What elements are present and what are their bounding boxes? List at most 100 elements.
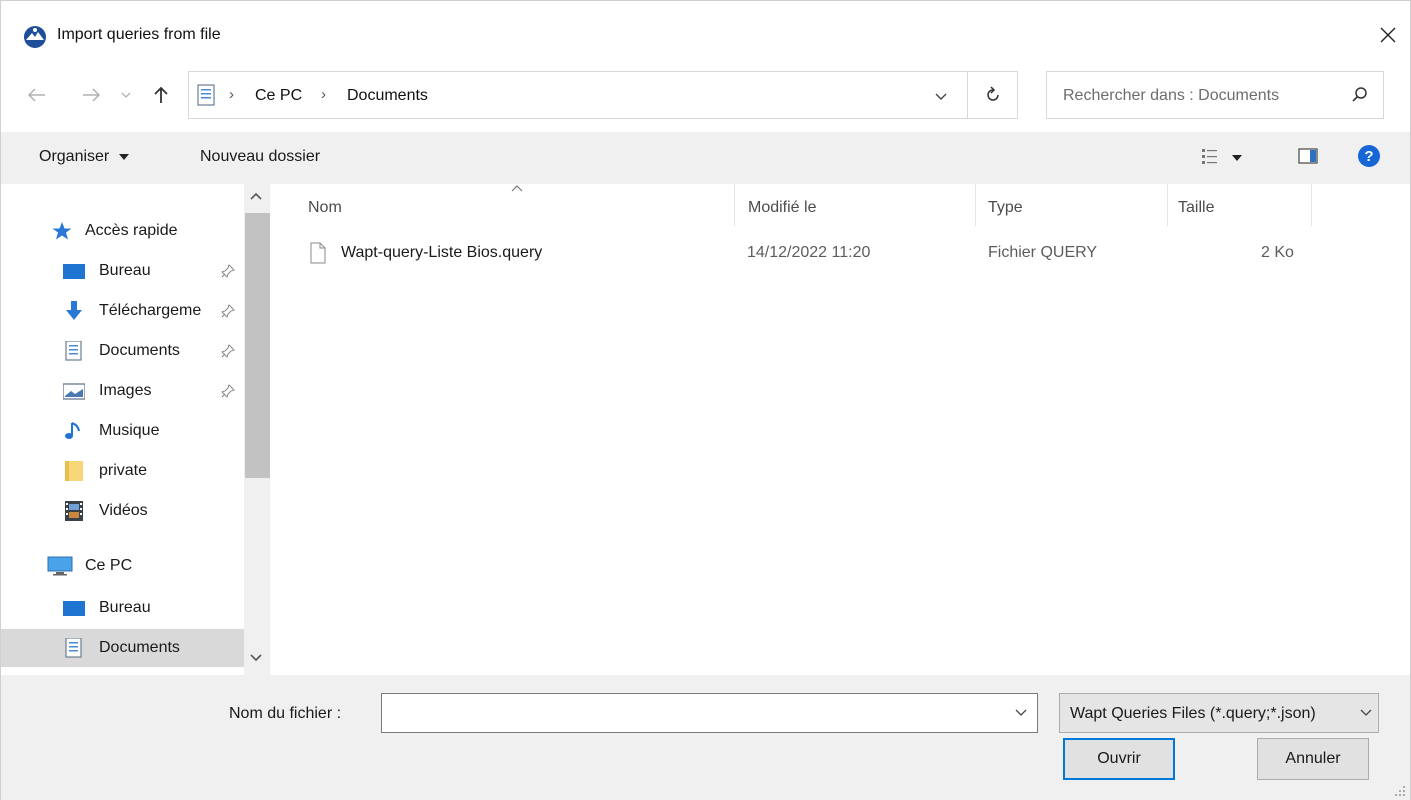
scrollbar-thumb[interactable] xyxy=(245,213,270,478)
music-icon xyxy=(65,422,80,439)
command-toolbar: Organiser Nouveau dossier ? xyxy=(1,132,1410,184)
file-type: Fichier QUERY xyxy=(988,244,1098,261)
forward-button[interactable] xyxy=(79,81,103,109)
organize-label: Organiser xyxy=(39,148,110,165)
close-button[interactable] xyxy=(1366,15,1410,55)
refresh-button[interactable] xyxy=(968,71,1018,119)
sidebar-item-videos[interactable]: Vidéos xyxy=(1,492,244,530)
arrow-right-icon xyxy=(83,88,100,102)
resize-grip-icon[interactable] xyxy=(1394,785,1406,797)
title-bar: Import queries from file xyxy=(1,1,1410,67)
preview-pane-button[interactable] xyxy=(1298,147,1318,169)
up-button[interactable] xyxy=(151,81,171,109)
breadcrumb-separator: › xyxy=(229,86,234,103)
breadcrumb-documents[interactable]: Documents xyxy=(347,87,428,105)
filename-field[interactable] xyxy=(381,693,1038,733)
file-icon xyxy=(310,242,326,264)
sidebar-item-downloads[interactable]: Téléchargeme xyxy=(1,292,244,330)
chevron-down-icon xyxy=(121,92,131,98)
sidebar-item-label: Accès rapide xyxy=(85,222,178,239)
breadcrumb-ce-pc[interactable]: Ce PC xyxy=(255,87,302,105)
sidebar-item-quick-access[interactable]: Accès rapide xyxy=(1,212,244,250)
column-divider[interactable] xyxy=(1167,184,1168,226)
column-header-modified[interactable]: Modifié le xyxy=(748,199,816,217)
sidebar-item-label: Bureau xyxy=(99,599,151,616)
sidebar-item-label: Documents xyxy=(99,639,180,656)
scroll-up-icon[interactable] xyxy=(249,191,263,201)
documents-icon xyxy=(65,341,82,361)
pin-icon xyxy=(221,264,235,278)
sidebar-item-label: Musique xyxy=(99,422,160,439)
sidebar-item-label: Ce PC xyxy=(85,557,133,574)
filename-label: Nom du fichier : xyxy=(229,705,342,722)
arrow-up-icon xyxy=(154,86,168,103)
help-icon: ? xyxy=(1358,145,1380,167)
sidebar-item-desktop-pc[interactable]: Bureau xyxy=(1,589,244,627)
column-divider[interactable] xyxy=(1311,184,1312,226)
sidebar-item-label: Documents xyxy=(99,342,180,359)
new-folder-button[interactable]: Nouveau dossier xyxy=(200,148,320,166)
sidebar-item-label: Vidéos xyxy=(99,502,148,519)
organize-menu-button[interactable]: Organiser xyxy=(39,148,130,166)
address-bar[interactable]: › Ce PC › Documents xyxy=(188,71,968,119)
caret-down-icon xyxy=(118,154,129,160)
recent-locations-button[interactable] xyxy=(119,81,133,109)
column-header-name[interactable]: Nom xyxy=(308,199,342,217)
sidebar-item-label: Bureau xyxy=(99,262,151,279)
sidebar-item-this-pc[interactable]: Ce PC xyxy=(1,547,244,585)
search-input[interactable]: Rechercher dans : Documents xyxy=(1046,71,1384,119)
dialog-footer: Nom du fichier : Wapt Queries Files (*.q… xyxy=(1,675,1410,800)
column-divider[interactable] xyxy=(734,184,735,226)
svg-text:?: ? xyxy=(1364,148,1373,165)
sidebar-item-desktop[interactable]: Bureau xyxy=(1,252,244,290)
preview-pane-icon xyxy=(1298,148,1318,164)
sidebar-item-label: Téléchargeme xyxy=(99,302,202,319)
star-icon xyxy=(52,222,72,240)
column-header-type[interactable]: Type xyxy=(988,199,1023,217)
sidebar-item-music[interactable]: Musique xyxy=(1,412,244,450)
details-view-icon xyxy=(1202,149,1242,164)
sidebar-item-images[interactable]: Images xyxy=(1,372,244,410)
scroll-down-icon[interactable] xyxy=(249,653,263,663)
view-options-button[interactable] xyxy=(1201,146,1245,172)
back-button[interactable] xyxy=(25,81,49,109)
breadcrumb-separator: › xyxy=(321,86,326,103)
refresh-icon xyxy=(986,86,999,101)
folder-icon xyxy=(65,461,83,481)
chevron-down-icon xyxy=(1360,709,1372,716)
file-type-filter[interactable]: Wapt Queries Files (*.query;*.json) xyxy=(1059,693,1379,733)
sidebar-item-label: Images xyxy=(99,382,152,399)
documents-icon xyxy=(65,638,82,658)
computer-icon xyxy=(47,556,73,576)
cancel-button[interactable]: Annuler xyxy=(1257,738,1369,780)
search-placeholder: Rechercher dans : Documents xyxy=(1063,87,1280,104)
chevron-down-icon[interactable] xyxy=(935,86,947,106)
column-divider[interactable] xyxy=(975,184,976,226)
open-button[interactable]: Ouvrir xyxy=(1063,738,1175,780)
file-modified: 14/12/2022 11:20 xyxy=(747,244,871,261)
pin-icon xyxy=(221,384,235,398)
close-icon xyxy=(1380,27,1396,43)
arrow-left-icon xyxy=(28,88,45,102)
window-title: Import queries from file xyxy=(57,26,221,43)
desktop-icon xyxy=(63,601,85,616)
file-size: 2 Ko xyxy=(1261,244,1294,261)
pin-icon xyxy=(221,304,235,318)
pin-icon xyxy=(221,344,235,358)
sidebar-item-label: private xyxy=(99,462,148,479)
chevron-down-icon[interactable] xyxy=(1015,707,1027,717)
file-row[interactable]: Wapt-query-Liste Bios.query 14/12/2022 1… xyxy=(303,236,1313,272)
documents-icon xyxy=(197,84,215,106)
column-header-size[interactable]: Taille xyxy=(1178,199,1214,217)
sidebar-item-private[interactable]: private xyxy=(1,452,244,490)
download-icon xyxy=(66,301,82,320)
images-icon xyxy=(63,383,85,400)
videos-icon xyxy=(65,501,83,521)
search-icon xyxy=(1352,87,1367,102)
filter-value: Wapt Queries Files (*.query;*.json) xyxy=(1070,705,1316,722)
sidebar-item-documents-pc[interactable]: Documents xyxy=(1,629,244,667)
sidebar-item-documents[interactable]: Documents xyxy=(1,332,244,370)
sort-ascending-icon xyxy=(511,185,523,192)
help-button[interactable]: ? xyxy=(1357,144,1381,172)
navigation-pane: Accès rapide Bureau Téléchargeme Documen… xyxy=(1,184,273,675)
